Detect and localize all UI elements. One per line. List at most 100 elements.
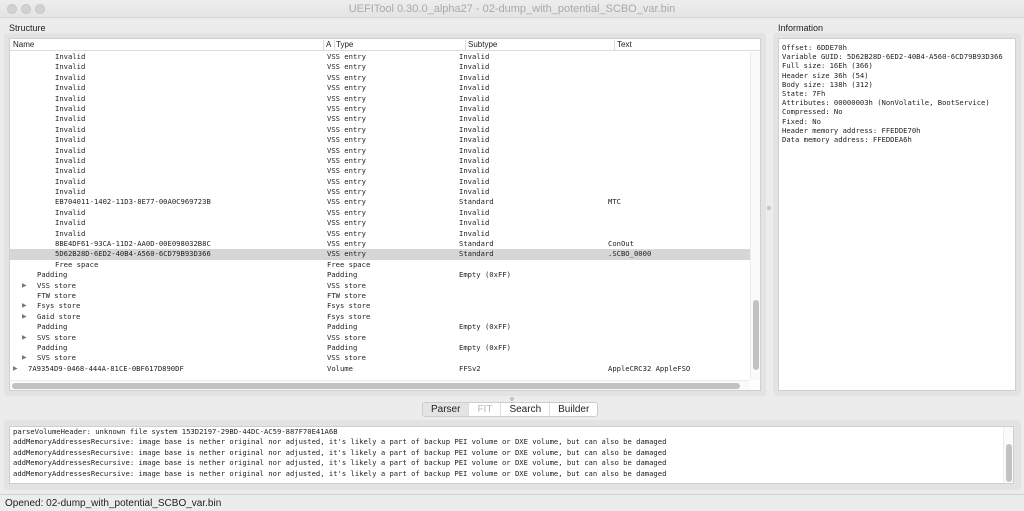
messages-list[interactable]: parseVolumeHeader: unknown file system 1… <box>9 426 1014 484</box>
row-type: VSS entry <box>327 62 366 72</box>
expand-arrow-icon[interactable]: ▶ <box>22 281 27 291</box>
window-titlebar: UEFITool 0.30.0_alpha27 - 02-dump_with_p… <box>0 0 1024 18</box>
info-line: Header size 36h (54) <box>782 70 869 80</box>
messages-vertical-scrollbar[interactable] <box>1003 427 1013 483</box>
tree-row[interactable]: Invalid VSS entry Invalid <box>10 146 760 156</box>
info-line: Variable GUID: 5D62B28D-6ED2-40B4-A560-6… <box>782 52 1003 62</box>
row-type: Padding <box>327 342 358 352</box>
row-subtype: Invalid <box>459 176 490 186</box>
tree-row[interactable]: Invalid VSS entry Invalid <box>10 166 760 176</box>
tree-row[interactable]: ▶ SVS store VSS store <box>10 333 760 343</box>
row-name: Invalid <box>55 155 86 165</box>
information-text[interactable]: Offset: 6DDE70h Variable GUID: 5D62B28D-6… <box>778 38 1016 391</box>
row-type: Fsys store <box>327 311 371 321</box>
tree-row[interactable]: Invalid VSS entry Invalid <box>10 229 760 239</box>
column-header-subtype[interactable]: Subtype <box>468 40 497 49</box>
row-name: Invalid <box>55 176 86 186</box>
tree-row[interactable]: Invalid VSS entry Invalid <box>10 114 760 124</box>
expand-arrow-icon[interactable]: ▶ <box>22 333 27 343</box>
tree-row[interactable]: Invalid VSS entry Invalid <box>10 52 760 62</box>
tree-row[interactable]: Invalid VSS entry Invalid <box>10 177 760 187</box>
tree-row[interactable]: Invalid VSS entry Invalid <box>10 62 760 72</box>
tree-row[interactable]: ▶ 7A9354D9-0468-444A-81CE-0BF617D890DF Vol… <box>10 364 760 374</box>
row-type: VSS entry <box>327 249 366 259</box>
row-subtype: FFSv2 <box>459 363 481 373</box>
tree-row[interactable]: Padding Padding Empty (0xFF) <box>10 343 760 353</box>
tab-builder[interactable]: Builder <box>550 403 597 416</box>
info-line: Compressed: No <box>782 107 843 117</box>
row-name: Invalid <box>55 52 86 61</box>
expand-arrow-icon[interactable]: ▶ <box>22 301 27 311</box>
row-type: VSS entry <box>327 155 366 165</box>
expand-arrow-icon[interactable]: ▶ <box>22 312 27 322</box>
tree-row[interactable]: Invalid VSS entry Invalid <box>10 208 760 218</box>
tree-row[interactable]: Padding Padding Empty (0xFF) <box>10 270 760 280</box>
row-name: VSS store <box>37 280 76 290</box>
tree-row[interactable]: ▶ Fsys store Fsys store <box>10 301 760 311</box>
tree-horizontal-scroll-thumb[interactable] <box>12 383 740 389</box>
row-name: Fsys store <box>37 301 81 311</box>
tree-row[interactable]: Invalid VSS entry Invalid <box>10 156 760 166</box>
column-header-a[interactable]: A <box>326 40 331 49</box>
column-header-type[interactable]: Type <box>336 40 353 49</box>
tab-parser[interactable]: Parser <box>423 403 470 416</box>
message-line[interactable]: addMemoryAddressesRecursive: image base … <box>13 437 1010 447</box>
row-name: Invalid <box>55 124 86 134</box>
tree-row[interactable]: Invalid VSS entry Invalid <box>10 125 760 135</box>
tree-horizontal-scrollbar[interactable] <box>10 380 750 390</box>
tree-row[interactable]: ▶ VSS store VSS store <box>10 281 760 291</box>
message-line[interactable]: addMemoryAddressesRecursive: image base … <box>13 458 1010 468</box>
row-type: VSS entry <box>327 207 366 217</box>
horizontal-splitter-handle[interactable] <box>510 397 514 401</box>
row-type: Fsys store <box>327 301 371 311</box>
tree-row[interactable]: Invalid VSS entry Invalid <box>10 94 760 104</box>
expand-arrow-icon[interactable]: ▶ <box>22 353 27 363</box>
tree-vertical-scroll-thumb[interactable] <box>753 300 759 370</box>
vertical-splitter-handle[interactable] <box>767 206 771 210</box>
row-name: Invalid <box>55 93 86 103</box>
row-text: MTC <box>608 197 621 207</box>
row-name: Padding <box>37 270 68 280</box>
tree-row[interactable]: Invalid VSS entry Invalid <box>10 187 760 197</box>
messages-vertical-scroll-thumb[interactable] <box>1006 444 1012 482</box>
tree-row[interactable]: Invalid VSS entry Invalid <box>10 73 760 83</box>
row-subtype: Standard <box>459 239 494 249</box>
tree-row[interactable]: EB704011-1402-11D3-8E77-00A0C969723B VSS … <box>10 197 760 207</box>
tree-row[interactable]: 5D62B28D-6ED2-40B4-A560-6CD79B93D366 VSS … <box>10 249 760 260</box>
row-subtype: Invalid <box>459 145 490 155</box>
message-line[interactable]: addMemoryAddressesRecursive: image base … <box>13 448 1010 458</box>
column-header-name[interactable]: Name <box>13 40 34 49</box>
row-type: Free space <box>327 259 371 269</box>
tree-vertical-scrollbar[interactable] <box>750 52 760 380</box>
structure-tree[interactable]: Name A Type Subtype Text Invalid VSS entr… <box>9 38 761 391</box>
message-line[interactable]: parseVolumeHeader: unknown file system 1… <box>13 427 1010 437</box>
expand-arrow-icon[interactable]: ▶ <box>13 364 18 374</box>
row-type: VSS entry <box>327 93 366 103</box>
tree-row[interactable]: ▶ Gaid store Fsys store <box>10 312 760 322</box>
tree-row[interactable]: Invalid VSS entry Invalid <box>10 83 760 93</box>
tab-search[interactable]: Search <box>501 403 551 416</box>
tree-row[interactable]: 8BE4DF61-93CA-11D2-AA0D-00E098032B8C VSS … <box>10 239 760 249</box>
row-subtype: Standard <box>459 249 494 259</box>
information-label: Information <box>778 23 824 33</box>
tree-row[interactable]: Invalid VSS entry Invalid <box>10 104 760 114</box>
column-header-text[interactable]: Text <box>617 40 632 49</box>
tree-row[interactable]: Invalid VSS entry Invalid <box>10 218 760 228</box>
row-name: Invalid <box>55 228 86 238</box>
row-subtype: Invalid <box>459 135 490 145</box>
info-line: Offset: 6DDE70h <box>782 43 847 52</box>
tree-row[interactable]: FTW store FTW store <box>10 291 760 301</box>
tree-row[interactable]: Padding Padding Empty (0xFF) <box>10 322 760 332</box>
row-name: Invalid <box>55 166 86 176</box>
row-subtype: Invalid <box>459 62 490 72</box>
tree-row[interactable]: Invalid VSS entry Invalid <box>10 135 760 145</box>
message-line[interactable]: addMemoryAddressesRecursive: image base … <box>13 469 1010 479</box>
row-name: Invalid <box>55 62 86 72</box>
row-type: FTW store <box>327 290 366 300</box>
tree-row[interactable]: Free space Free space <box>10 260 760 270</box>
info-line: State: 7Fh <box>782 89 826 99</box>
row-subtype: Invalid <box>459 187 490 197</box>
row-name: Invalid <box>55 145 86 155</box>
tree-row[interactable]: ▶ SVS store VSS store <box>10 353 760 363</box>
row-name: Gaid store <box>37 311 81 321</box>
